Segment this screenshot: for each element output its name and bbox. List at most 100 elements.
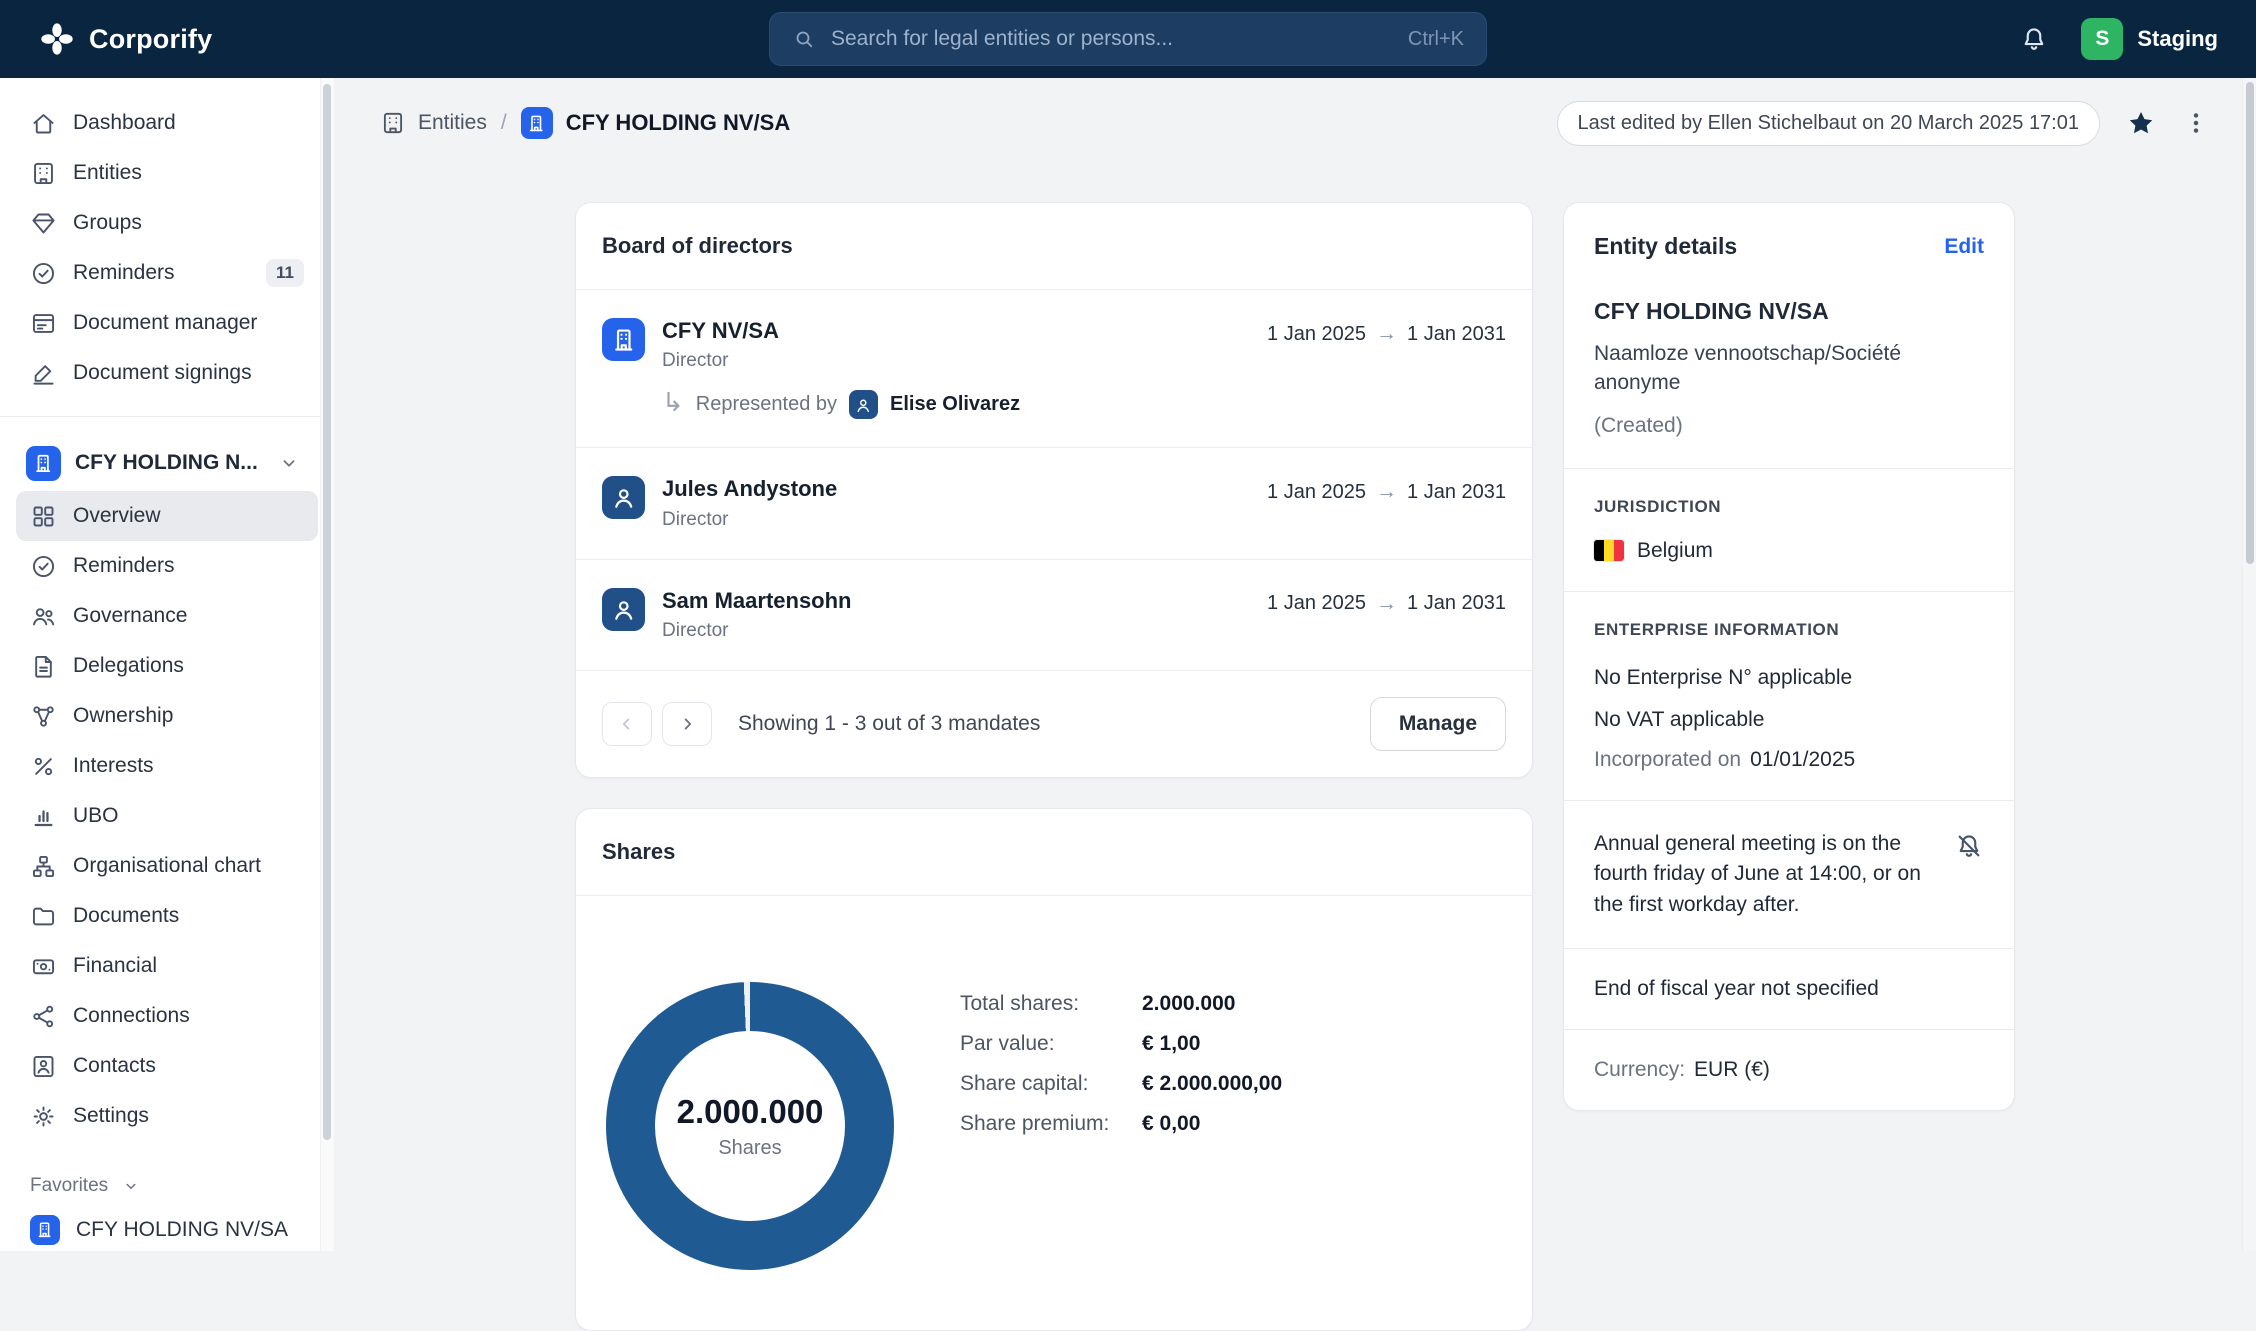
favorite-entity-item[interactable]: CFY HOLDING NV/SA xyxy=(16,1205,318,1251)
folder-icon xyxy=(30,903,57,930)
sidebar-item-reminders[interactable]: Reminders 11 xyxy=(16,248,318,298)
pagination-prev-button[interactable] xyxy=(602,702,652,747)
agm-text: Annual general meeting is on the fourth … xyxy=(1594,831,1921,916)
sidebar-item-document-manager[interactable]: Document manager xyxy=(16,298,318,348)
entity-selector[interactable]: CFY HOLDING N... xyxy=(16,435,318,491)
sidebar-item-settings[interactable]: Settings xyxy=(16,1091,318,1141)
arrow-right-icon: → xyxy=(1376,591,1398,615)
sidebar-item-documents[interactable]: Documents xyxy=(16,891,318,941)
jurisdiction-row: Belgium xyxy=(1594,539,1984,563)
shares-card: Shares 2.000.000 Shares Total shares: 2.… xyxy=(575,808,1533,1331)
sidebar-item-governance[interactable]: Governance xyxy=(16,591,318,641)
search-placeholder: Search for legal entities or persons... xyxy=(831,27,1174,50)
edit-link[interactable]: Edit xyxy=(1944,235,1984,259)
topbar: Corporify Search for legal entities or p… xyxy=(0,0,2256,78)
sidebar-item-label: Organisational chart xyxy=(73,854,261,877)
manage-button[interactable]: Manage xyxy=(1369,697,1506,752)
sidebar-item-document-signings[interactable]: Document signings xyxy=(16,348,318,398)
grid-icon xyxy=(30,503,57,530)
entity-status: (Created) xyxy=(1594,413,1683,437)
breadcrumb-root-label: Entities xyxy=(418,111,487,134)
global-search[interactable]: Search for legal entities or persons... … xyxy=(769,12,1487,66)
enterprise-heading: ENTERPRISE INFORMATION xyxy=(1594,619,1840,639)
sidebar-item-label: Document signings xyxy=(73,361,252,384)
document-manager-icon xyxy=(30,310,57,337)
reminders-count-badge: 11 xyxy=(266,259,304,287)
favorites-header[interactable]: Favorites xyxy=(16,1167,318,1205)
sidebar-item-dashboard[interactable]: Dashboard xyxy=(16,98,318,148)
donut-label: Shares xyxy=(718,1136,782,1159)
sidebar-item-overview[interactable]: Overview xyxy=(16,491,318,541)
donut-value: 2.000.000 xyxy=(676,1092,824,1130)
agm-section: Annual general meeting is on the fourth … xyxy=(1564,801,2014,948)
sidebar-item-connections[interactable]: Connections xyxy=(16,991,318,1041)
kebab-menu-icon[interactable] xyxy=(2182,109,2210,137)
window-scrollbar-thumb[interactable] xyxy=(2246,82,2254,564)
jurisdiction-section: JURISDICTION Belgium xyxy=(1564,469,2014,591)
mandate-row[interactable]: Jules Andystone Director 1 Jan 2025 → 1 … xyxy=(576,448,1532,560)
sidebar-item-contacts[interactable]: Contacts xyxy=(16,1041,318,1091)
board-card-title: Board of directors xyxy=(602,233,793,258)
enterprise-number-line: No Enterprise N° applicable xyxy=(1594,665,1853,689)
sidebar-item-label: Contacts xyxy=(73,1054,156,1077)
sidebar-item-ubo[interactable]: UBO xyxy=(16,791,318,841)
entity-name: CFY HOLDING NV/SA xyxy=(1594,298,1829,324)
sidebar-item-label: Ownership xyxy=(73,704,174,727)
currency-label: Currency: xyxy=(1594,1058,1686,1082)
notifications-bell-icon[interactable] xyxy=(2019,24,2049,54)
favorite-star-icon[interactable] xyxy=(2126,108,2156,138)
mandate-start-date: 1 Jan 2025 xyxy=(1267,592,1367,615)
jurisdiction-value: Belgium xyxy=(1637,538,1713,562)
sidebar-item-entities[interactable]: Entities xyxy=(16,148,318,198)
person-icon xyxy=(849,390,878,420)
window-scrollbar[interactable] xyxy=(2242,78,2256,1251)
right-column: Entity details Edit CFY HOLDING NV/SA Na… xyxy=(1563,202,2015,1331)
share-nodes-icon xyxy=(30,1003,57,1030)
brand[interactable]: Corporify xyxy=(38,20,212,58)
arrow-right-icon: → xyxy=(1376,322,1398,345)
pagination xyxy=(602,702,712,747)
sidebar-item-financial[interactable]: Financial xyxy=(16,941,318,991)
sidebar-item-ownership[interactable]: Ownership xyxy=(16,691,318,741)
home-icon xyxy=(30,110,57,137)
representative-name[interactable]: Elise Olivarez xyxy=(890,393,1020,416)
network-icon xyxy=(30,703,57,730)
vat-line: No VAT applicable xyxy=(1594,707,1765,731)
sidebar-scrollbar[interactable] xyxy=(320,78,334,1251)
sidebar-item-label: Connections xyxy=(73,1004,190,1027)
favorite-entity-label: CFY HOLDING NV/SA xyxy=(76,1218,288,1241)
avatar[interactable]: S xyxy=(2081,18,2124,60)
mandate-start-date: 1 Jan 2025 xyxy=(1267,480,1367,503)
mandate-end-date: 1 Jan 2031 xyxy=(1407,592,1506,615)
sidebar-item-groups[interactable]: Groups xyxy=(16,198,318,248)
sidebar-item-label: Overview xyxy=(73,504,161,527)
arrow-right-icon: → xyxy=(1376,480,1398,504)
mandate-name: CFY NV/SA xyxy=(662,318,779,343)
mandate-row[interactable]: CFY NV/SA Director 1 Jan 2025 → 1 Jan 20… xyxy=(576,290,1532,449)
bell-slash-icon[interactable] xyxy=(1954,829,1984,861)
content-columns: Board of directors CFY NV/SA Director 1 … xyxy=(380,202,2210,1331)
sidebar-scrollbar-thumb[interactable] xyxy=(323,84,331,1140)
incorporated-date: 01/01/2025 xyxy=(1750,747,1856,771)
mandate-row[interactable]: Sam Maartensohn Director 1 Jan 2025 → 1 … xyxy=(576,560,1532,672)
stat-value: 2.000.000 xyxy=(1142,992,1236,1016)
mandate-end-date: 1 Jan 2031 xyxy=(1407,480,1506,503)
sidebar-item-organisational-chart[interactable]: Organisational chart xyxy=(16,841,318,891)
corporify-logo-icon xyxy=(38,20,76,58)
shares-card-header: Shares xyxy=(576,809,1532,897)
shares-stats: Total shares: 2.000.000 Par value: € 1,0… xyxy=(960,984,1282,1270)
sidebar-item-delegations[interactable]: Delegations xyxy=(16,641,318,691)
building-icon xyxy=(30,160,57,187)
shares-donut-chart: 2.000.000 Shares xyxy=(606,982,894,1271)
entity-building-icon xyxy=(26,445,61,481)
stat-label: Share capital: xyxy=(960,1072,1089,1096)
sidebar-item-interests[interactable]: Interests xyxy=(16,741,318,791)
pagination-next-button[interactable] xyxy=(662,702,712,747)
mandate-dates: 1 Jan 2025 → 1 Jan 2031 xyxy=(1267,318,1506,346)
breadcrumb-current[interactable]: CFY HOLDING NV/SA xyxy=(520,107,790,139)
sidebar-item-label: UBO xyxy=(73,804,119,827)
breadcrumb-entities-link[interactable]: Entities xyxy=(380,110,487,136)
sidebar-item-label: Interests xyxy=(73,754,154,777)
board-card-header: Board of directors xyxy=(576,203,1532,290)
sidebar-item-entity-reminders[interactable]: Reminders xyxy=(16,541,318,591)
